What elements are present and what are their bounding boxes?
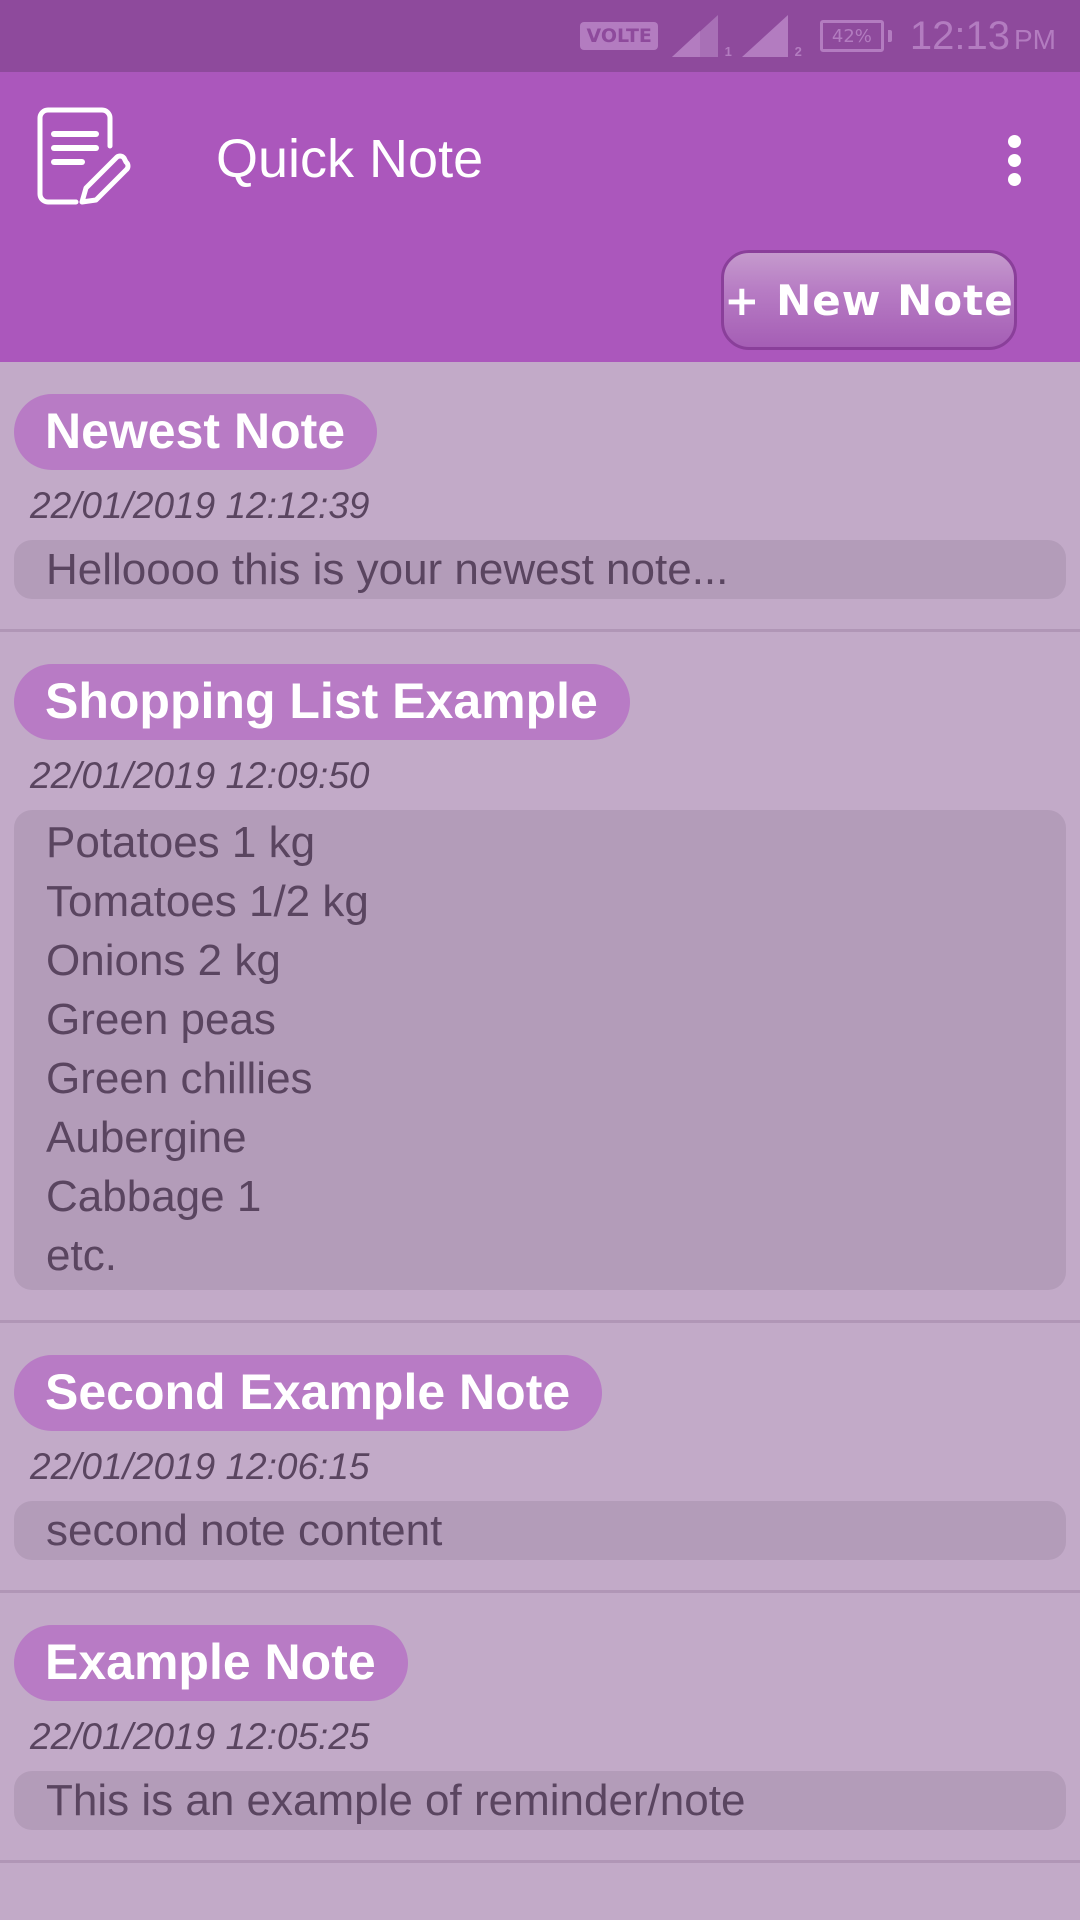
clock: 12:13 PM <box>910 14 1056 59</box>
new-note-button[interactable]: + New Note <box>721 250 1017 350</box>
status-bar: VOLTE 1 2 42% 12:13 PM <box>0 0 1080 72</box>
app-bar: Quick Note + New Note <box>0 72 1080 362</box>
note-title: Newest Note <box>14 394 378 470</box>
note-date: 22/01/2019 12:06:15 <box>30 1446 370 1487</box>
note-date: 22/01/2019 12:12:39 <box>30 485 370 526</box>
more-vert-icon-dot <box>1007 153 1021 167</box>
note-date: 22/01/2019 12:05:25 <box>30 1716 370 1757</box>
sim2-label: 2 <box>794 44 802 59</box>
app-title: Quick Note <box>216 129 484 189</box>
note-item[interactable]: Newest Note 22/01/2019 12:12:39 Helloooo… <box>0 362 1080 632</box>
note-item[interactable]: Second Example Note 22/01/2019 12:06:15 … <box>0 1323 1080 1593</box>
more-vert-icon-dot <box>1007 134 1021 148</box>
signal-sim2-icon: 2 <box>741 15 802 59</box>
note-date: 22/01/2019 12:09:50 <box>30 755 370 796</box>
note-title: Example Note <box>14 1625 408 1701</box>
battery-tip <box>887 30 892 42</box>
more-vert-icon-dot <box>1007 172 1021 186</box>
note-body: This is an example of reminder/note <box>14 1771 1066 1830</box>
note-title: Second Example Note <box>14 1355 603 1431</box>
note-item[interactable]: Example Note 22/01/2019 12:05:25 This is… <box>0 1593 1080 1863</box>
battery-level: 42% <box>831 25 872 47</box>
sim1-label: 1 <box>724 44 732 59</box>
note-title: Shopping List Example <box>14 664 630 740</box>
signal-sim1-icon: 1 <box>671 15 732 59</box>
notes-list: Newest Note 22/01/2019 12:12:39 Helloooo… <box>0 362 1080 1863</box>
note-body: second note content <box>14 1501 1066 1560</box>
note-body: Potatoes 1 kg Tomatoes 1/2 kg Onions 2 k… <box>14 810 1066 1290</box>
more-options-button[interactable] <box>996 124 1032 196</box>
note-edit-icon <box>36 106 132 210</box>
note-item[interactable]: Shopping List Example 22/01/2019 12:09:5… <box>0 632 1080 1323</box>
clock-ampm: PM <box>1014 23 1056 55</box>
clock-time: 12:13 <box>909 13 1010 58</box>
volte-indicator: VOLTE <box>580 22 658 50</box>
battery-icon: 42% <box>819 20 884 52</box>
note-body: Helloooo this is your newest note... <box>14 540 1066 599</box>
